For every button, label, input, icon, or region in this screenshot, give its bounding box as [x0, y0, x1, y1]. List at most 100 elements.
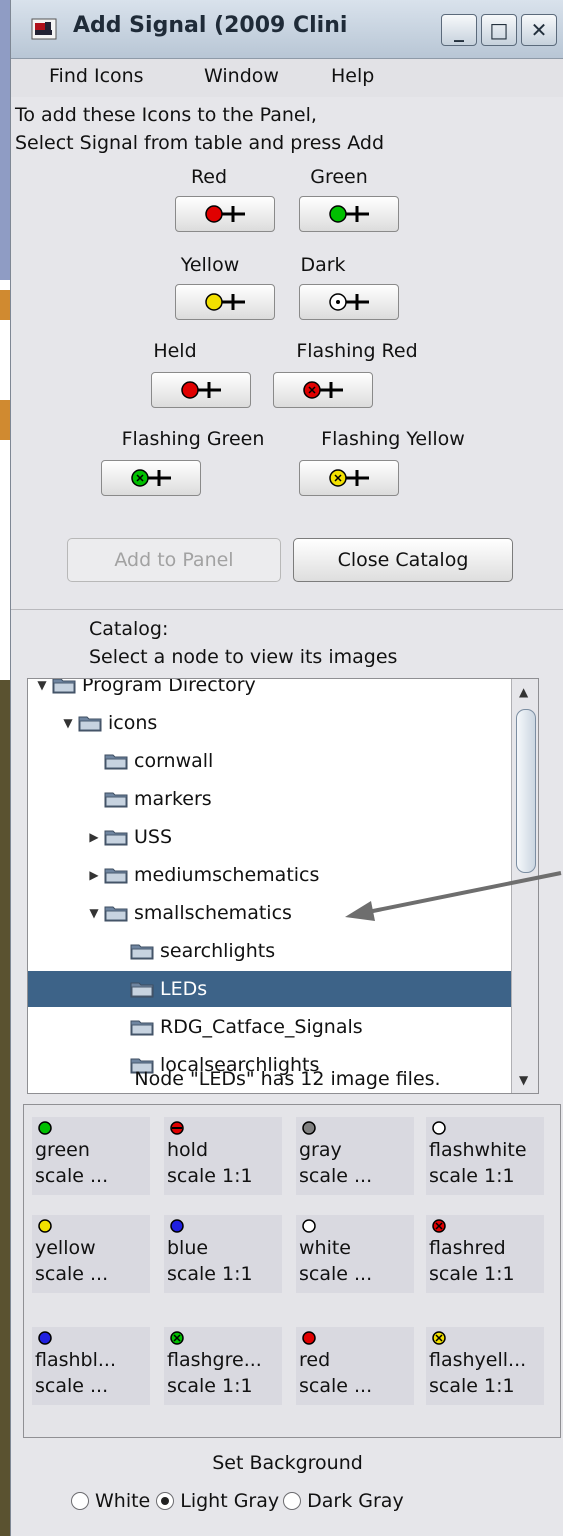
signal-button-flashing-yellow[interactable] [299, 460, 399, 496]
tree-node[interactable]: searchlights [28, 933, 538, 969]
tree-node[interactable]: ▶ USS [28, 819, 538, 855]
led-icon [38, 1331, 52, 1345]
image-name: blue [167, 1237, 209, 1259]
image-tile[interactable]: flashbl... scale ... [32, 1327, 150, 1405]
close-catalog-button[interactable]: Close Catalog [293, 538, 513, 582]
signal-label-flashing-yellow: Flashing Yellow [321, 428, 465, 450]
signal-button-red[interactable] [175, 196, 275, 232]
set-background-label: Set Background [212, 1452, 363, 1474]
led-icon [170, 1219, 184, 1233]
menu-window[interactable]: Window [204, 65, 279, 87]
image-grid: green scale ... hold scale 1:1 gray scal… [23, 1104, 561, 1438]
image-tile[interactable]: hold scale 1:1 [164, 1117, 282, 1195]
image-scale: scale ... [35, 1375, 109, 1397]
signal-button-flashing-green[interactable] [101, 460, 201, 496]
minimize-button[interactable]: _ [441, 14, 477, 46]
divider [11, 609, 563, 610]
signal-button-held[interactable] [151, 372, 251, 408]
expanded-toggle-icon[interactable]: ▼ [60, 716, 76, 730]
folder-icon [104, 792, 128, 808]
image-name: flashbl... [35, 1349, 117, 1371]
tree-node-label: RDG_Catface_Signals [160, 1016, 363, 1038]
led-icon [302, 1331, 316, 1345]
tree-node-label: searchlights [160, 940, 276, 962]
menu-find-icons[interactable]: Find Icons [49, 65, 144, 87]
signal-button-dark[interactable] [299, 284, 399, 320]
signal-button-green[interactable] [299, 196, 399, 232]
image-tile[interactable]: flashyell... scale 1:1 [426, 1327, 544, 1405]
radio-white[interactable] [71, 1492, 89, 1510]
image-name: white [299, 1237, 351, 1259]
image-scale: scale ... [299, 1375, 373, 1397]
signal-label-held: Held [153, 340, 197, 362]
image-name: gray [299, 1139, 342, 1161]
image-scale: scale 1:1 [429, 1165, 515, 1187]
led-icon [170, 1331, 184, 1345]
expanded-toggle-icon[interactable]: ▼ [34, 679, 50, 692]
radio-light-gray[interactable] [156, 1492, 175, 1510]
maximize-button[interactable]: □ [481, 14, 517, 46]
tree-node[interactable]: ▼ Program Directory [28, 679, 528, 703]
title-bar[interactable]: Add Signal (2009 Clini _ □ ✕ [11, 0, 563, 59]
image-scale: scale ... [35, 1165, 109, 1187]
add-to-panel-button[interactable]: Add to Panel [67, 538, 281, 582]
tree-node[interactable]: ▼ icons [28, 705, 538, 741]
catalog-label: Catalog: [89, 618, 169, 640]
image-tile[interactable]: flashgre... scale 1:1 [164, 1327, 282, 1405]
tree-node-label: LEDs [160, 978, 208, 1000]
close-window-button[interactable]: ✕ [521, 14, 557, 46]
image-name: flashyell... [429, 1349, 527, 1371]
signal-head-icon [131, 469, 171, 487]
app-icon [31, 18, 57, 40]
image-scale: scale 1:1 [429, 1263, 515, 1285]
led-icon [302, 1121, 316, 1135]
radio-dark-gray[interactable] [283, 1492, 302, 1510]
image-name: yellow [35, 1237, 96, 1259]
tree-node-label: markers [134, 788, 212, 810]
signal-head-icon [205, 293, 245, 311]
signal-label-flashing-green: Flashing Green [121, 428, 265, 450]
signal-head-icon [303, 381, 343, 399]
image-tile[interactable]: flashwhite scale 1:1 [426, 1117, 544, 1195]
image-tile[interactable]: flashred scale 1:1 [426, 1215, 544, 1293]
folder-icon [104, 906, 128, 922]
collapsed-toggle-icon[interactable]: ▶ [86, 830, 102, 844]
signal-head-icon [181, 381, 221, 399]
annotation-arrow-icon [345, 871, 562, 921]
background-options: White Light Gray Dark Gray [71, 1490, 404, 1512]
tree-node[interactable]: LEDs [28, 971, 538, 1007]
tree-node-label: cornwall [134, 750, 214, 772]
signal-label-green: Green [310, 166, 368, 188]
instruction-line-2: Select Signal from table and press Add [15, 132, 385, 154]
image-scale: scale ... [299, 1263, 373, 1285]
image-tile[interactable]: green scale ... [32, 1117, 150, 1195]
image-scale: scale 1:1 [167, 1263, 253, 1285]
radio-dark-gray-label: Dark Gray [307, 1490, 404, 1512]
add-signal-window: Add Signal (2009 Clini _ □ ✕ Find Icons … [10, 0, 563, 1536]
image-tile[interactable]: gray scale ... [296, 1117, 414, 1195]
folder-icon [104, 830, 128, 846]
led-icon [38, 1219, 52, 1233]
image-scale: scale 1:1 [167, 1375, 253, 1397]
folder-icon [130, 982, 154, 998]
image-name: flashgre... [167, 1349, 262, 1371]
menu-help[interactable]: Help [331, 65, 374, 87]
tree-node-label: icons [108, 712, 158, 734]
signal-button-flashing-red[interactable] [273, 372, 373, 408]
image-tile[interactable]: white scale ... [296, 1215, 414, 1293]
folder-icon [52, 679, 76, 694]
tree-node[interactable]: markers [28, 781, 538, 817]
image-tile[interactable]: blue scale 1:1 [164, 1215, 282, 1293]
led-icon [302, 1219, 316, 1233]
radio-white-label: White [95, 1490, 151, 1512]
signal-button-yellow[interactable] [175, 284, 275, 320]
scroll-thumb[interactable] [516, 709, 536, 873]
image-tile[interactable]: yellow scale ... [32, 1215, 150, 1293]
tree-node[interactable]: cornwall [28, 743, 538, 779]
image-tile[interactable]: red scale ... [296, 1327, 414, 1405]
tree-node-label: smallschematics [134, 902, 292, 924]
expanded-toggle-icon[interactable]: ▼ [86, 906, 102, 920]
tree-node[interactable]: RDG_Catface_Signals [28, 1009, 538, 1045]
collapsed-toggle-icon[interactable]: ▶ [86, 868, 102, 882]
scroll-up-icon[interactable]: ▲ [519, 685, 528, 699]
